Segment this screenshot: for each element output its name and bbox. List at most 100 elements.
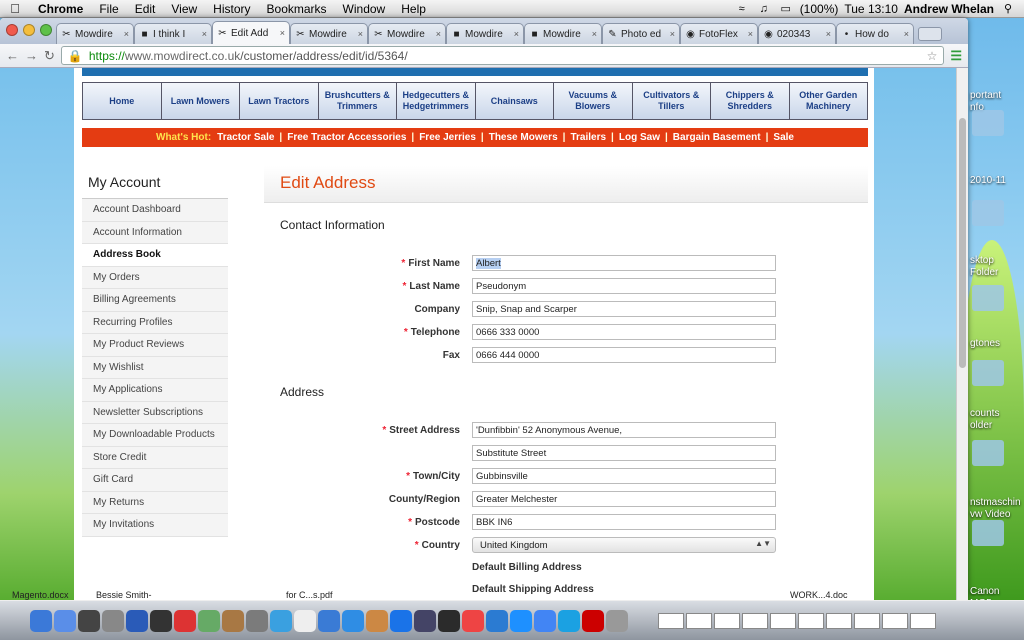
- dock-app-icon[interactable]: [438, 609, 460, 632]
- postcode-input[interactable]: BBK IN6: [472, 514, 776, 530]
- dock-app-icon[interactable]: [582, 609, 604, 632]
- dock-window-thumbnail[interactable]: [798, 612, 824, 629]
- menu-wrench-icon[interactable]: ☰: [950, 48, 962, 64]
- new-tab-button[interactable]: [918, 27, 942, 41]
- spotlight-search-icon[interactable]: ⚲: [1000, 2, 1016, 15]
- nav-item[interactable]: Other Garden Machinery: [789, 83, 867, 119]
- county-input[interactable]: Greater Melchester: [472, 491, 776, 507]
- dock-app-icon[interactable]: [342, 609, 364, 632]
- wifi-icon[interactable]: ≈: [734, 3, 750, 15]
- browser-tab[interactable]: ✎ Photo ed ×: [602, 23, 680, 44]
- folder-icon[interactable]: [972, 200, 1004, 226]
- desktop-icon-label[interactable]: vw Video: [970, 509, 1010, 520]
- sidebar-item[interactable]: My Downloadable Products: [82, 424, 228, 447]
- close-tab-icon[interactable]: ×: [124, 29, 129, 39]
- close-tab-icon[interactable]: ×: [748, 29, 753, 39]
- desktop-icon-label[interactable]: Canon: [970, 586, 999, 597]
- menu-view[interactable]: View: [163, 2, 205, 16]
- dock-app-icon[interactable]: [54, 609, 76, 632]
- dock-app-icon[interactable]: [318, 609, 340, 632]
- reload-icon[interactable]: ↻: [44, 48, 55, 64]
- nav-item[interactable]: Cultivators & Tillers: [632, 83, 711, 119]
- desktop-icon-label[interactable]: sktop: [970, 255, 994, 266]
- fax-input[interactable]: 0666 444 0000: [472, 347, 776, 363]
- nav-item[interactable]: Lawn Tractors: [240, 83, 319, 119]
- close-tab-icon[interactable]: ×: [202, 29, 207, 39]
- hot-link[interactable]: Free Tractor Accessories: [287, 132, 406, 143]
- dock-app-icon[interactable]: [486, 609, 508, 632]
- desktop-icon-label[interactable]: gtones: [970, 338, 1000, 349]
- dock-app-icon[interactable]: [510, 609, 532, 632]
- hot-link[interactable]: Bargain Basement: [673, 132, 761, 143]
- dock-app-icon[interactable]: [534, 609, 556, 632]
- telephone-input[interactable]: 0666 333 0000: [472, 324, 776, 340]
- apple-menu-icon[interactable]: : [0, 1, 30, 16]
- browser-tab[interactable]: ✂ Edit Add ×: [212, 21, 290, 44]
- dock-app-icon[interactable]: [246, 609, 268, 632]
- first-name-input[interactable]: Albert: [472, 255, 776, 271]
- menu-bookmarks[interactable]: Bookmarks: [259, 2, 335, 16]
- browser-tab[interactable]: ■ I think I ×: [134, 23, 212, 44]
- volume-icon[interactable]: ♫: [756, 3, 772, 15]
- browser-tab[interactable]: ■ Mowdire ×: [446, 23, 524, 44]
- hot-link[interactable]: Free Jerries: [419, 132, 476, 143]
- close-tab-icon[interactable]: ×: [514, 29, 519, 39]
- hot-link[interactable]: Sale: [773, 132, 794, 143]
- country-select[interactable]: United Kingdom ▲▼: [472, 537, 776, 553]
- sidebar-item[interactable]: My Wishlist: [82, 356, 228, 379]
- dock-app-icon[interactable]: [78, 609, 100, 632]
- browser-tab[interactable]: ◉ 020343 ×: [758, 23, 836, 44]
- sidebar-item[interactable]: Store Credit: [82, 446, 228, 469]
- dock-app-icon[interactable]: [294, 609, 316, 632]
- dock-app-icon[interactable]: [390, 609, 412, 632]
- folder-icon[interactable]: [972, 440, 1004, 466]
- sidebar-item[interactable]: Billing Agreements: [82, 289, 228, 312]
- menu-history[interactable]: History: [205, 2, 258, 16]
- close-tab-icon[interactable]: ×: [670, 29, 675, 39]
- desktop-icon-label[interactable]: counts: [970, 408, 999, 419]
- scrollbar-thumb[interactable]: [959, 118, 966, 368]
- hot-link[interactable]: These Mowers: [489, 132, 558, 143]
- dock-app-icon[interactable]: [150, 609, 172, 632]
- dock-app-icon[interactable]: [414, 609, 436, 632]
- sidebar-item[interactable]: My Returns: [82, 491, 228, 514]
- zoom-window-icon[interactable]: [40, 24, 52, 36]
- dock-app-icon[interactable]: [558, 609, 580, 632]
- close-tab-icon[interactable]: ×: [826, 29, 831, 39]
- forward-arrow-icon[interactable]: →: [25, 48, 38, 63]
- desktop-icon-label[interactable]: nstmaschin: [970, 497, 1021, 508]
- user-name[interactable]: Andrew Whelan: [904, 2, 994, 16]
- folder-icon[interactable]: [972, 285, 1004, 311]
- street-address-input-1[interactable]: 'Dunfibbin' 52 Anonymous Avenue,: [472, 422, 776, 438]
- browser-tab[interactable]: ◉ FotoFlex ×: [680, 23, 758, 44]
- dock-window-thumbnail[interactable]: [910, 612, 936, 629]
- sidebar-item[interactable]: My Invitations: [82, 514, 228, 537]
- browser-tab[interactable]: • How do ×: [836, 23, 914, 44]
- desktop-icon-label[interactable]: older: [970, 420, 992, 431]
- close-window-icon[interactable]: [6, 24, 18, 36]
- dock-window-thumbnail[interactable]: [770, 612, 796, 629]
- dock-app-icon[interactable]: [606, 609, 628, 632]
- menu-file[interactable]: File: [91, 2, 126, 16]
- close-tab-icon[interactable]: ×: [358, 29, 363, 39]
- nav-item[interactable]: Lawn Mowers: [161, 83, 240, 119]
- sidebar-item[interactable]: Recurring Profiles: [82, 311, 228, 334]
- dock-window-thumbnail[interactable]: [686, 612, 712, 629]
- sidebar-item[interactable]: Newsletter Subscriptions: [82, 401, 228, 424]
- dock-app-icon[interactable]: [30, 609, 52, 632]
- dock-app-icon[interactable]: [198, 609, 220, 632]
- dock-app-icon[interactable]: [270, 609, 292, 632]
- browser-tab[interactable]: ✂ Mowdire ×: [368, 23, 446, 44]
- dock-app-icon[interactable]: [126, 609, 148, 632]
- desktop-icon-label[interactable]: Folder: [970, 267, 998, 278]
- hot-link[interactable]: Log Saw: [619, 132, 660, 143]
- nav-item[interactable]: Brushcutters & Trimmers: [318, 83, 397, 119]
- back-arrow-icon[interactable]: ←: [6, 48, 19, 63]
- close-tab-icon[interactable]: ×: [592, 29, 597, 39]
- browser-tab[interactable]: ✂ Mowdire ×: [56, 23, 134, 44]
- nav-item[interactable]: Hedgecutters & Hedgetrimmers: [397, 83, 476, 119]
- folder-icon[interactable]: [972, 360, 1004, 386]
- dock-app-icon[interactable]: [222, 609, 244, 632]
- browser-tab[interactable]: ■ Mowdire ×: [524, 23, 602, 44]
- nav-item[interactable]: Chippers & Shredders: [711, 83, 790, 119]
